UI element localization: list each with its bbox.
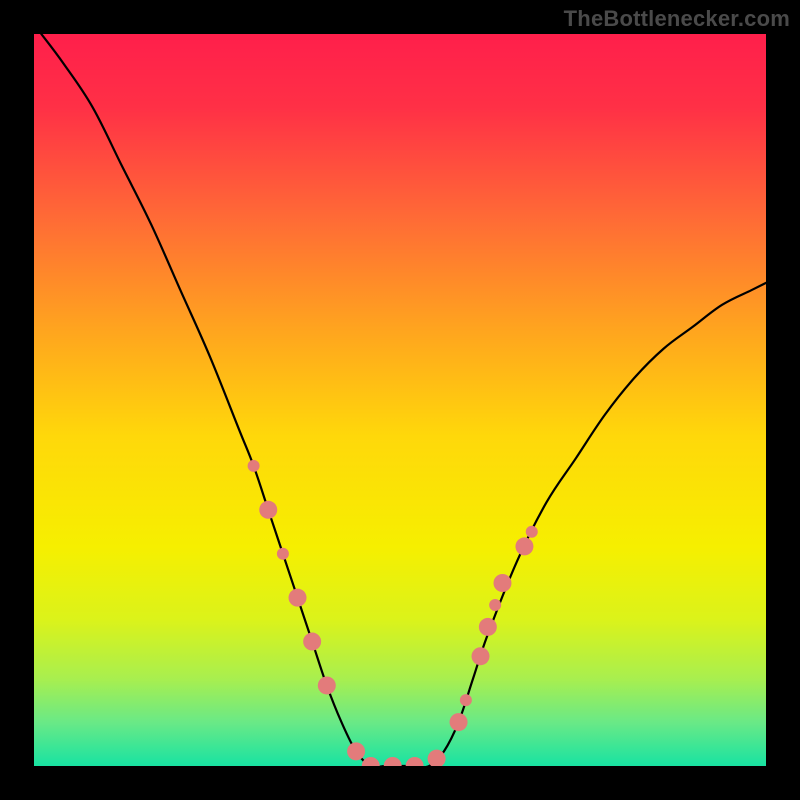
highlight-point [472, 647, 490, 665]
chart-frame: TheBottlenecker.com [0, 0, 800, 800]
highlight-point [489, 599, 501, 611]
highlight-point [303, 633, 321, 651]
highlight-point [493, 574, 511, 592]
highlight-point [259, 501, 277, 519]
highlight-point [277, 548, 289, 560]
highlight-point [515, 537, 533, 555]
highlight-point [450, 713, 468, 731]
highlight-point [248, 460, 260, 472]
plot-area [34, 34, 766, 766]
highlight-point [318, 676, 336, 694]
highlight-point [347, 742, 365, 760]
highlight-point [479, 618, 497, 636]
highlight-point [526, 526, 538, 538]
gradient-background [34, 34, 766, 766]
chart-svg [34, 34, 766, 766]
highlight-point [289, 589, 307, 607]
highlight-point [460, 694, 472, 706]
watermark-label: TheBottlenecker.com [564, 6, 790, 32]
